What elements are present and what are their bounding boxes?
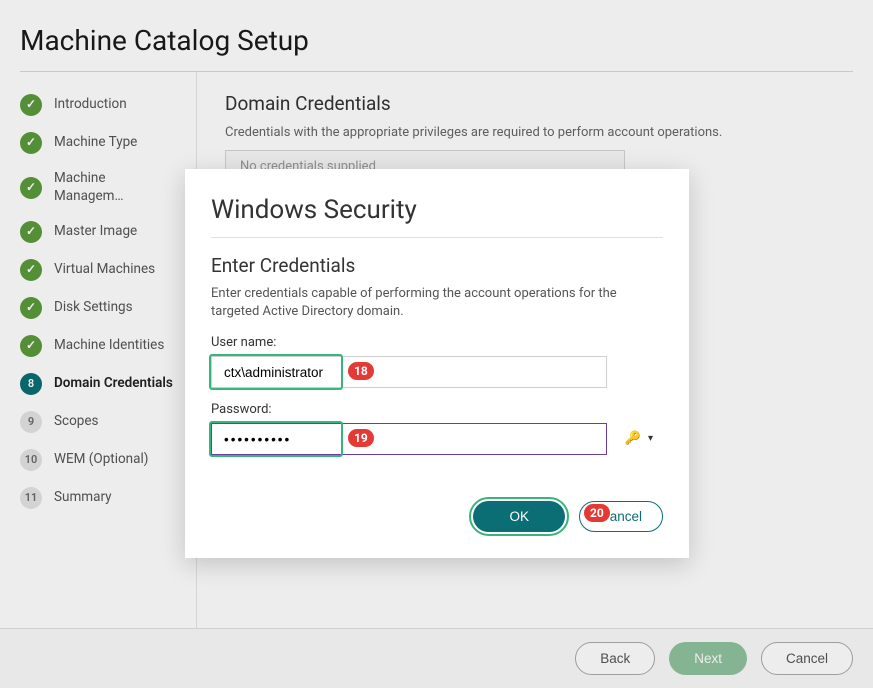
annotation-badge-20: 20 <box>583 503 611 523</box>
password-field-wrap: Password: 19 🔑 ▾ <box>211 402 663 455</box>
key-icon: 🔑 <box>625 431 641 446</box>
annotation-badge-19: 19 <box>347 428 375 448</box>
annotation-badge-18: 18 <box>347 361 375 381</box>
ok-button[interactable]: OK <box>473 501 565 532</box>
modal-description: Enter credentials capable of performing … <box>211 285 663 321</box>
credentials-modal: Windows Security Enter Credentials Enter… <box>185 169 689 558</box>
page: Machine Catalog Setup ✓Introduction✓Mach… <box>0 0 873 688</box>
ok-highlight-wrap: OK <box>469 497 569 536</box>
username-input[interactable] <box>211 356 607 388</box>
modal-subtitle: Enter Credentials <box>211 254 663 277</box>
modal-footer: OK Cancel 20 <box>211 497 663 536</box>
password-input[interactable] <box>211 423 607 455</box>
username-field-wrap: User name: 18 <box>211 335 663 388</box>
modal-divider <box>211 237 663 238</box>
username-label: User name: <box>211 335 663 350</box>
password-label: Password: <box>211 402 663 417</box>
password-input-row: 19 🔑 ▾ <box>211 423 663 455</box>
username-input-row: 18 <box>211 356 663 388</box>
chevron-down-icon[interactable]: ▾ <box>648 433 653 444</box>
modal-title: Windows Security <box>211 195 663 225</box>
